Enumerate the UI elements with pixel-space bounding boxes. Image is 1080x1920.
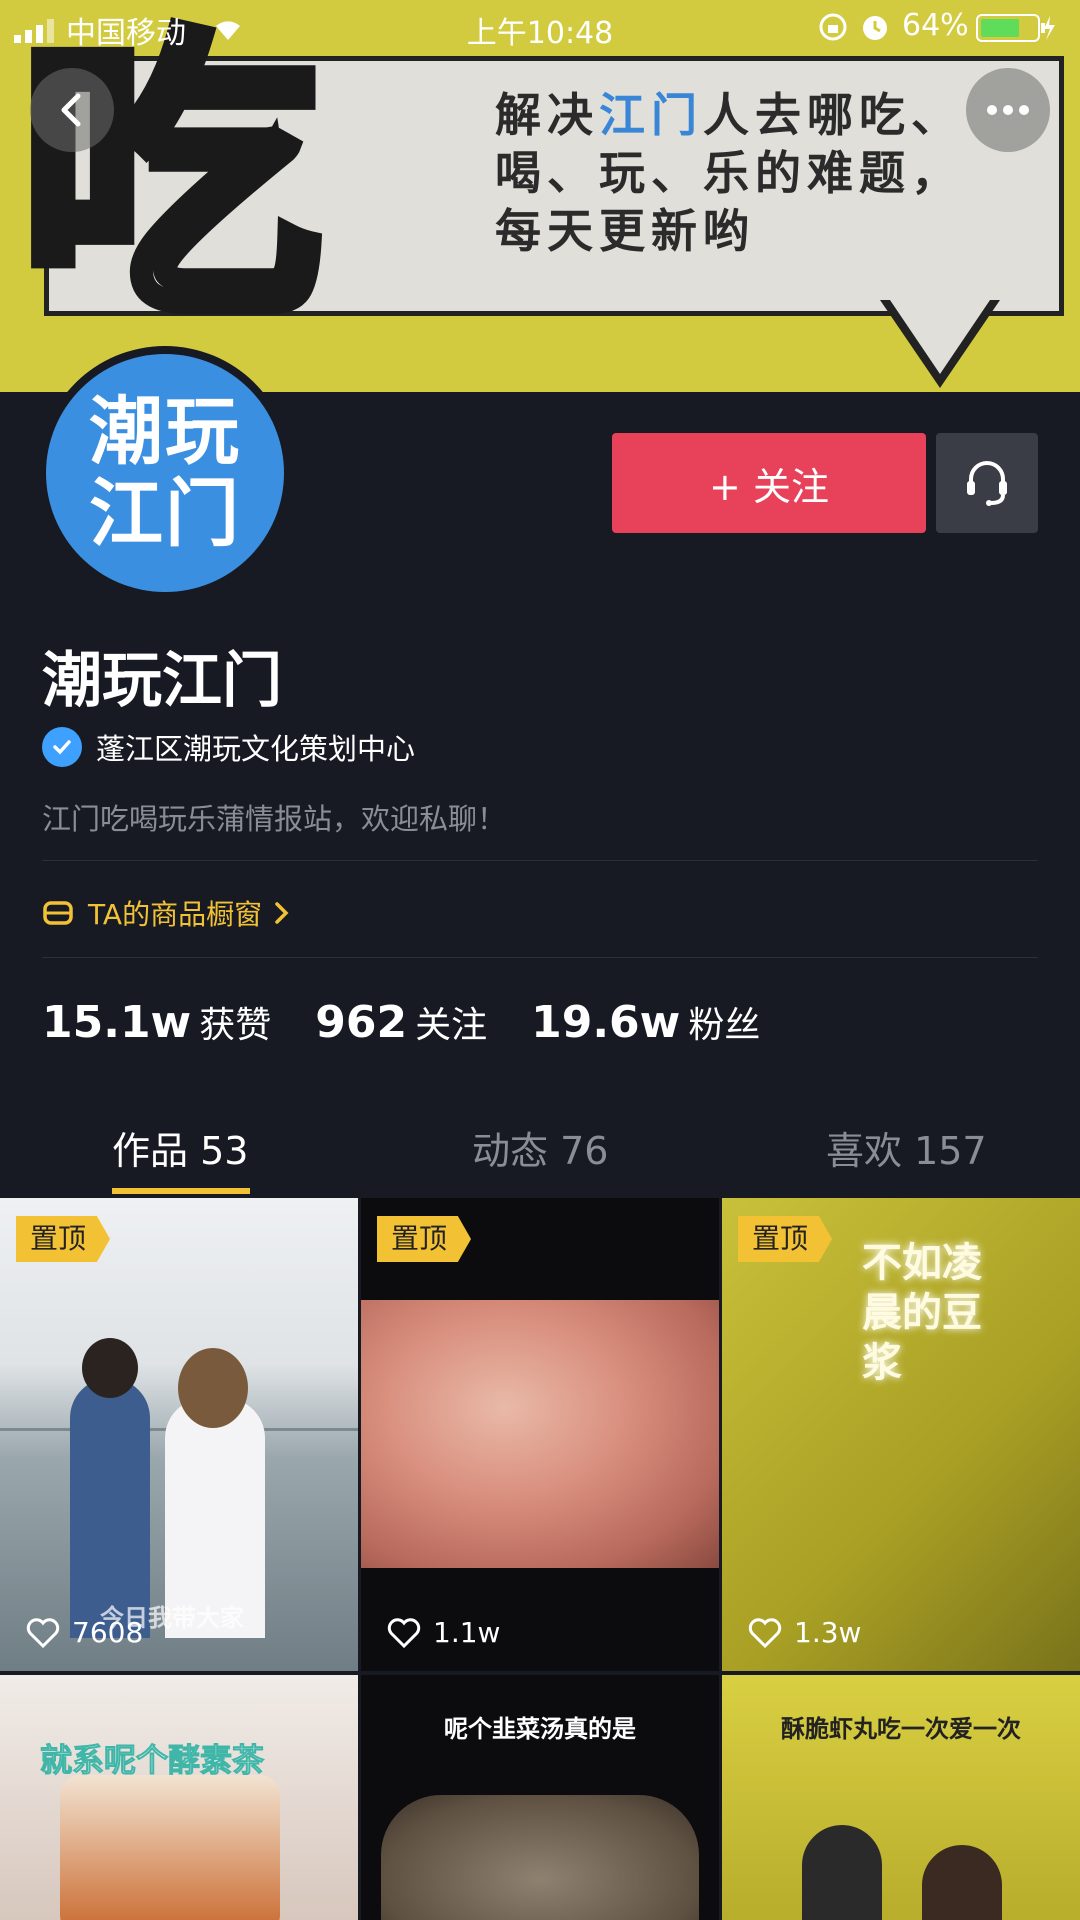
profile-name: 潮玩江门 [42,646,282,716]
rotation-lock-icon [818,12,848,50]
shop-cart-icon [43,901,73,925]
customer-service-icon [967,461,1007,506]
heart-icon [26,1617,60,1648]
heart-icon [387,1617,421,1648]
verified-org: 蓬江区潮玩文化策划中心 [96,732,416,766]
like-count: 1.1w [387,1616,500,1649]
shop-window-link[interactable]: TA的商品橱窗 [42,893,292,933]
chevron-left-icon [61,93,81,127]
profile-banner: 吃 解决江门人去哪吃、 喝、玩、乐的难题， 每天更新哟 [0,0,1080,392]
divider [42,957,1038,958]
more-dots-icon [987,105,1029,115]
heart-icon [748,1617,782,1648]
back-button[interactable] [30,68,114,152]
chevron-right-icon [275,902,289,924]
verified-check-icon [42,727,82,767]
pinned-badge: 置顶 [738,1216,833,1262]
banner-text: 解决江门人去哪吃、 喝、玩、乐的难题， 每天更新哟 [495,88,963,258]
pinned-badge: 置顶 [377,1216,472,1262]
video-thumbnail[interactable]: 置顶 1.1w [361,1198,719,1671]
video-thumbnail[interactable]: 酥脆虾丸吃一次爱一次 [722,1675,1080,1920]
video-thumbnail[interactable]: 就系呢个酵素茶 [0,1675,358,1920]
video-thumbnail[interactable]: 呢个韭菜汤真的是 [361,1675,719,1920]
battery-percent: 64% [902,8,969,43]
divider [42,860,1038,861]
stat-followers[interactable]: 19.6w 粉丝 [531,996,760,1048]
like-count: 1.3w [748,1616,861,1649]
stat-following[interactable]: 962 关注 [315,996,487,1048]
profile-bio: 江门吃喝玩乐蒲情报站，欢迎私聊！ [42,802,507,836]
like-count: 7608 [26,1616,143,1649]
alarm-icon [860,12,890,50]
tab-works[interactable]: 作品 53 [112,1120,248,1175]
tab-posts[interactable]: 动态 76 [472,1120,608,1175]
follow-button[interactable]: + 关注 [612,433,926,533]
more-button[interactable] [966,68,1050,152]
status-bar: 中国移动 上午10:48 64% [0,0,1080,54]
video-thumbnail[interactable]: 不如凌晨的豆浆 置顶 1.3w [722,1198,1080,1671]
video-caption: 呢个韭菜汤真的是 [444,1715,636,1743]
pinned-badge: 置顶 [16,1216,111,1262]
message-button[interactable] [936,433,1038,533]
video-caption: 就系呢个酵素茶 [39,1741,265,1780]
tab-likes[interactable]: 喜欢 157 [826,1120,987,1175]
stat-likes[interactable]: 15.1w 获赞 [42,996,271,1048]
stats-row: 15.1w 获赞 962 关注 19.6w 粉丝 [42,996,760,1048]
video-caption: 酥脆虾丸吃一次爱一次 [781,1715,1021,1743]
verified-row: 蓬江区潮玩文化策划中心 [42,726,415,768]
tab-active-indicator [112,1188,250,1194]
avatar[interactable]: 潮玩 江门 [38,346,292,600]
battery-icon [976,14,1056,50]
video-thumbnail[interactable]: 今日我带大家 置顶 7608 [0,1198,358,1671]
video-caption: 不如凌晨的豆浆 [862,1240,982,1386]
